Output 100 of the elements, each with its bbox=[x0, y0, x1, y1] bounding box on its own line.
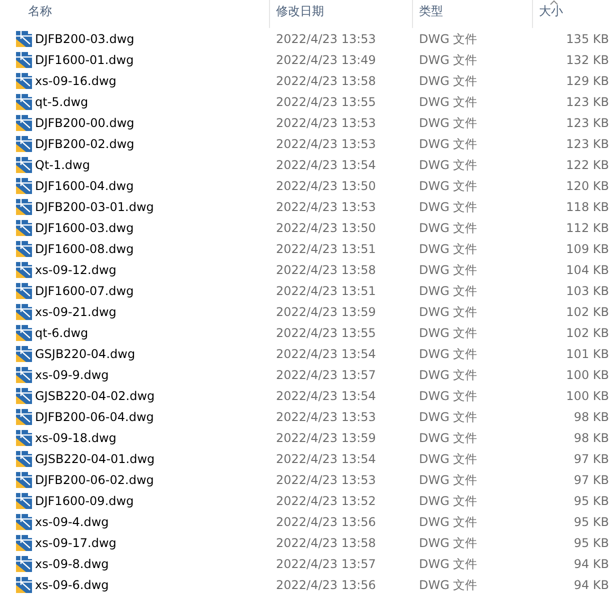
file-type: DWG 文件 bbox=[419, 452, 478, 466]
file-size: 123 KB bbox=[566, 94, 609, 108]
file-size: 123 KB bbox=[566, 136, 609, 150]
file-size: 94 KB bbox=[574, 578, 609, 592]
file-size: 94 KB bbox=[574, 556, 609, 570]
file-name[interactable]: DJF1600-09.dwg bbox=[35, 492, 134, 510]
dwg-file-icon bbox=[16, 324, 32, 340]
modified-date: 2022/4/23 13:53 bbox=[276, 200, 376, 214]
file-size: 120 KB bbox=[566, 178, 609, 192]
column-header[interactable]: 修改日期 bbox=[276, 3, 324, 19]
file-type: DWG 文件 bbox=[419, 514, 478, 528]
file-name[interactable]: qt-6.dwg bbox=[35, 324, 88, 342]
file-name[interactable]: qt-5.dwg bbox=[35, 92, 88, 110]
file-name[interactable]: xs-09-6.dwg bbox=[35, 576, 109, 594]
file-type: DWG 文件 bbox=[419, 158, 478, 172]
file-size: 109 KB bbox=[566, 242, 609, 256]
column-header[interactable]: 大小 bbox=[539, 3, 563, 19]
file-size: 97 KB bbox=[574, 452, 609, 466]
file-name[interactable]: xs-09-21.dwg bbox=[35, 302, 116, 320]
modified-date: 2022/4/23 13:59 bbox=[276, 430, 376, 444]
file-name[interactable]: DJFB200-06-02.dwg bbox=[35, 470, 154, 488]
dwg-file-icon bbox=[16, 198, 32, 214]
modified-date: 2022/4/23 13:54 bbox=[276, 346, 376, 360]
file-size: 95 KB bbox=[574, 514, 609, 528]
file-type: DWG 文件 bbox=[419, 220, 478, 234]
modified-date: 2022/4/23 13:54 bbox=[276, 388, 376, 402]
file-name[interactable]: DJF1600-01.dwg bbox=[35, 50, 134, 68]
modified-date: 2022/4/23 13:54 bbox=[276, 158, 376, 172]
modified-date: 2022/4/23 13:51 bbox=[276, 284, 376, 298]
column-header[interactable]: 名称 bbox=[28, 3, 52, 19]
file-type: DWG 文件 bbox=[419, 52, 478, 66]
file-type: DWG 文件 bbox=[419, 136, 478, 150]
file-name[interactable]: xs-09-18.dwg bbox=[35, 428, 116, 446]
file-size: 97 KB bbox=[574, 472, 609, 486]
file-name[interactable]: GJSB220-04-02.dwg bbox=[35, 386, 155, 404]
modified-date: 2022/4/23 13:55 bbox=[276, 326, 376, 340]
dwg-file-icon bbox=[16, 136, 32, 152]
file-type: DWG 文件 bbox=[419, 304, 478, 318]
file-size: 118 KB bbox=[566, 200, 609, 214]
file-size: 95 KB bbox=[574, 494, 609, 508]
file-size: 102 KB bbox=[566, 326, 609, 340]
file-type: DWG 文件 bbox=[419, 326, 478, 340]
file-type: DWG 文件 bbox=[419, 32, 478, 46]
file-name[interactable]: xs-09-8.dwg bbox=[35, 554, 109, 572]
file-size: 102 KB bbox=[566, 304, 609, 318]
modified-date: 2022/4/23 13:59 bbox=[276, 304, 376, 318]
modified-date: 2022/4/23 13:49 bbox=[276, 52, 376, 66]
file-name[interactable]: GSJB220-04.dwg bbox=[35, 344, 136, 362]
file-name[interactable]: xs-09-16.dwg bbox=[35, 72, 116, 90]
file-name[interactable]: DJFB200-06-04.dwg bbox=[35, 408, 154, 426]
file-name[interactable]: xs-09-9.dwg bbox=[35, 366, 109, 384]
file-type: DWG 文件 bbox=[419, 430, 478, 444]
modified-date: 2022/4/23 13:53 bbox=[276, 116, 376, 130]
file-name[interactable]: DJF1600-08.dwg bbox=[35, 240, 134, 258]
file-name[interactable]: DJFB200-03-01.dwg bbox=[35, 198, 154, 216]
file-size: 112 KB bbox=[566, 220, 609, 234]
file-name[interactable]: xs-09-4.dwg bbox=[35, 512, 109, 530]
file-type: DWG 文件 bbox=[419, 242, 478, 256]
file-type: DWG 文件 bbox=[419, 346, 478, 360]
modified-date: 2022/4/23 13:58 bbox=[276, 262, 376, 276]
modified-date: 2022/4/23 13:53 bbox=[276, 32, 376, 46]
file-type: DWG 文件 bbox=[419, 74, 478, 88]
file-name[interactable]: DJF1600-04.dwg bbox=[35, 176, 134, 194]
file-name[interactable]: GJSB220-04-01.dwg bbox=[35, 450, 155, 468]
dwg-file-icon bbox=[16, 366, 32, 382]
file-name[interactable]: DJF1600-03.dwg bbox=[35, 218, 134, 236]
dwg-file-icon bbox=[16, 472, 32, 488]
modified-date: 2022/4/23 13:58 bbox=[276, 74, 376, 88]
column-header[interactable]: 类型 bbox=[419, 3, 443, 19]
file-name[interactable]: DJFB200-00.dwg bbox=[35, 114, 134, 132]
dwg-file-icon bbox=[16, 156, 32, 172]
dwg-file-icon bbox=[16, 114, 32, 130]
dwg-file-icon bbox=[16, 94, 32, 110]
file-name[interactable]: DJFB200-03.dwg bbox=[35, 30, 134, 48]
modified-date: 2022/4/23 13:57 bbox=[276, 556, 376, 570]
file-name[interactable]: Qt-1.dwg bbox=[35, 156, 90, 174]
dwg-file-icon bbox=[16, 178, 32, 194]
modified-date: 2022/4/23 13:56 bbox=[276, 578, 376, 592]
file-size: 104 KB bbox=[566, 262, 609, 276]
dwg-file-icon bbox=[16, 304, 32, 320]
file-name[interactable]: DJFB200-02.dwg bbox=[35, 134, 134, 152]
modified-date: 2022/4/23 13:53 bbox=[276, 410, 376, 424]
file-name[interactable]: DJF1600-07.dwg bbox=[35, 282, 134, 300]
file-type: DWG 文件 bbox=[419, 284, 478, 298]
file-type: DWG 文件 bbox=[419, 94, 478, 108]
file-size: 95 KB bbox=[574, 536, 609, 550]
dwg-file-icon bbox=[16, 408, 32, 424]
dwg-file-icon bbox=[16, 492, 32, 508]
file-size: 123 KB bbox=[566, 116, 609, 130]
file-name[interactable]: xs-09-12.dwg bbox=[35, 260, 116, 278]
file-type: DWG 文件 bbox=[419, 262, 478, 276]
file-type: DWG 文件 bbox=[419, 556, 478, 570]
modified-date: 2022/4/23 13:54 bbox=[276, 452, 376, 466]
file-type: DWG 文件 bbox=[419, 536, 478, 550]
file-size: 132 KB bbox=[566, 52, 609, 66]
dwg-file-icon bbox=[16, 262, 32, 278]
file-size: 129 KB bbox=[566, 74, 609, 88]
file-name[interactable]: xs-09-17.dwg bbox=[35, 534, 116, 552]
modified-date: 2022/4/23 13:55 bbox=[276, 94, 376, 108]
dwg-file-icon bbox=[16, 556, 32, 572]
